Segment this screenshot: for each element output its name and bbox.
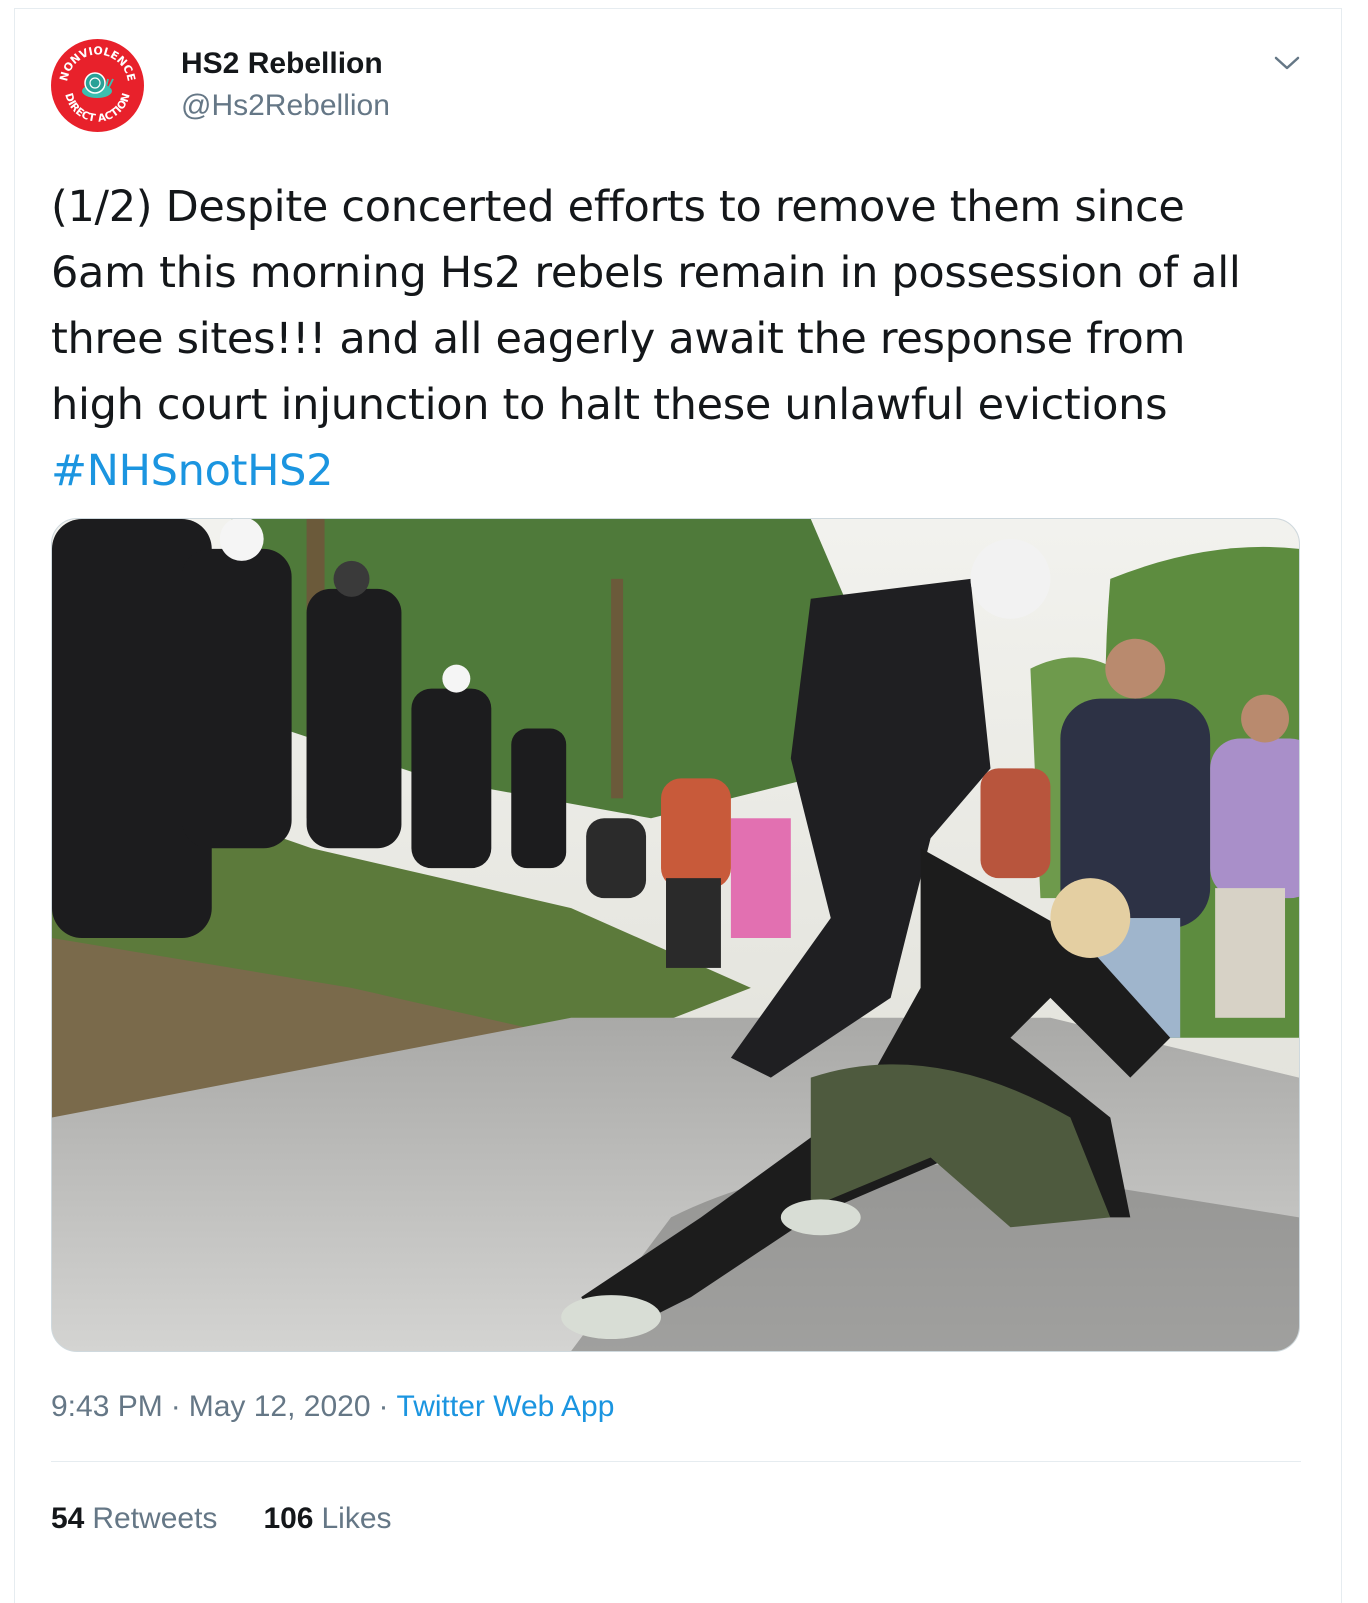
retweets-label: Retweets — [92, 1502, 218, 1535]
hashtag-link[interactable]: #NHSnotHS2 — [51, 446, 334, 496]
protest-photo — [52, 519, 1299, 1351]
tweet-source-link[interactable]: Twitter Web App — [397, 1390, 615, 1423]
tweet-card: NONVIOLENCE DIRECT ACTION HS2 Rebellion … — [14, 8, 1342, 1603]
tweet-photo[interactable] — [51, 518, 1300, 1352]
retweets-stat[interactable]: 54 Retweets — [51, 1499, 217, 1539]
author-names: HS2 Rebellion @Hs2Rebellion — [181, 45, 390, 129]
avatar[interactable]: NONVIOLENCE DIRECT ACTION — [51, 39, 144, 132]
stats-divider — [51, 1461, 1301, 1462]
nonviolence-logo: NONVIOLENCE DIRECT ACTION — [51, 39, 144, 132]
tweet-menu-button[interactable] — [1269, 45, 1305, 81]
tweet-header: NONVIOLENCE DIRECT ACTION HS2 Rebellion … — [51, 27, 1305, 137]
meta-separator-2: · — [378, 1390, 389, 1423]
display-name[interactable]: HS2 Rebellion — [181, 45, 390, 83]
likes-stat[interactable]: 106 Likes — [263, 1499, 391, 1539]
retweets-count: 54 — [51, 1502, 85, 1535]
tweet-meta: 9:43 PM · May 12, 2020 · Twitter Web App — [51, 1387, 614, 1427]
meta-separator: · — [170, 1390, 181, 1423]
tweet-time[interactable]: 9:43 PM — [51, 1390, 163, 1423]
tweet-date[interactable]: May 12, 2020 — [189, 1390, 371, 1423]
user-handle[interactable]: @Hs2Rebellion — [181, 83, 390, 129]
tweet-text: (1/2) Despite concerted efforts to remov… — [51, 182, 1241, 430]
likes-label: Likes — [321, 1502, 392, 1535]
likes-count: 106 — [263, 1502, 314, 1535]
tweet-stats: 54 Retweets 106 Likes — [51, 1499, 392, 1539]
chevron-down-icon — [1274, 56, 1300, 70]
tweet-body: (1/2) Despite concerted efforts to remov… — [51, 174, 1321, 504]
